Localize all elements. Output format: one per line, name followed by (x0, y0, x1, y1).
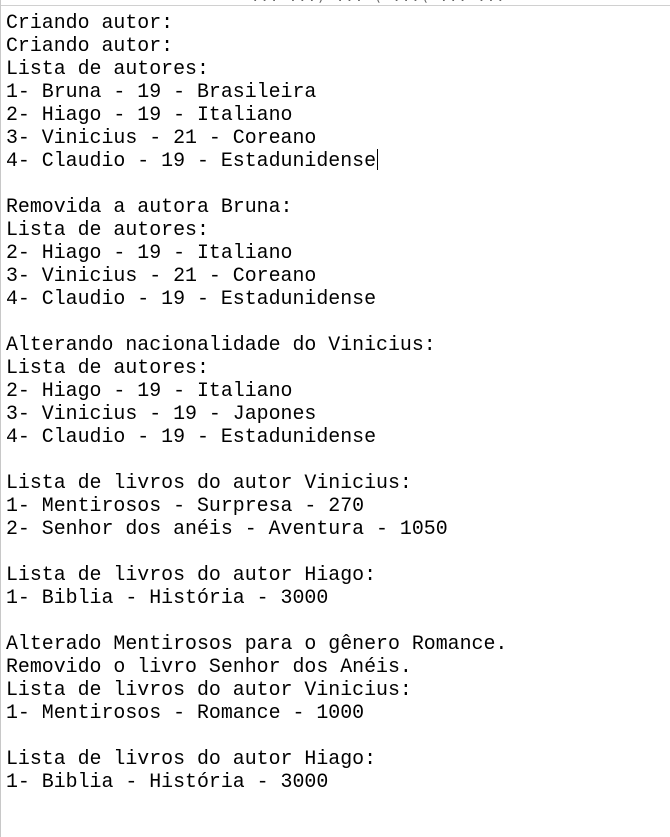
console-line: 4- Claudio - 19 - Estadunidense (6, 287, 377, 310)
console-line: 1- Mentirosos - Surpresa - 270 (6, 494, 365, 517)
console-line: Alterando nacionalidade do Vinicius: (6, 333, 436, 356)
cropped-top-text: ... ...) ... ( ...( ... ... (251, 0, 506, 5)
console-line: 4- Claudio - 19 - Estadunidense (6, 425, 377, 448)
console-line: Removida a autora Bruna: (6, 195, 293, 218)
text-cursor (377, 149, 379, 170)
console-line: Lista de livros do autor Hiago: (6, 747, 377, 770)
console-line-text: 4- Claudio - 19 - Estadunidense (6, 149, 377, 172)
console-line: Lista de autores: (6, 218, 209, 241)
console-line: 2- Senhor dos anéis - Aventura - 1050 (6, 517, 448, 540)
console-line: Criando autor: (6, 34, 174, 57)
console-line-with-cursor: 4- Claudio - 19 - Estadunidense (6, 149, 507, 172)
console-line: Lista de autores: (6, 57, 209, 80)
console-line: Lista de autores: (6, 356, 209, 379)
cropped-top-line: ... ...) ... ( ...( ... ... (1, 0, 670, 6)
console-line: 1- Biblia - História - 3000 (6, 586, 329, 609)
console-text[interactable]: Criando autor: Criando autor: Lista de aut… (6, 11, 507, 793)
console-output-panel[interactable]: ... ...) ... ( ...( ... ... Criando auto… (0, 0, 670, 837)
console-line: Alterado Mentirosos para o gênero Romanc… (6, 632, 508, 655)
console-line: 2- Hiago - 19 - Italiano (6, 241, 293, 264)
console-line: 2- Hiago - 19 - Italiano (6, 379, 293, 402)
console-line: 3- Vinicius - 21 - Coreano (6, 264, 317, 287)
console-line: 3- Vinicius - 21 - Coreano (6, 126, 317, 149)
console-line: Lista de livros do autor Hiago: (6, 563, 377, 586)
console-line: Lista de livros do autor Vinicius: (6, 471, 412, 494)
console-line: 1- Biblia - História - 3000 (6, 770, 329, 793)
console-line: 1- Bruna - 19 - Brasileira (6, 80, 317, 103)
console-line: Criando autor: (6, 11, 174, 34)
console-line: 2- Hiago - 19 - Italiano (6, 103, 293, 126)
console-line: Removido o livro Senhor dos Anéis. (6, 655, 412, 678)
console-line: Lista de livros do autor Vinicius: (6, 678, 412, 701)
console-line: 1- Mentirosos - Romance - 1000 (6, 701, 365, 724)
console-line: 3- Vinicius - 19 - Japones (6, 402, 317, 425)
